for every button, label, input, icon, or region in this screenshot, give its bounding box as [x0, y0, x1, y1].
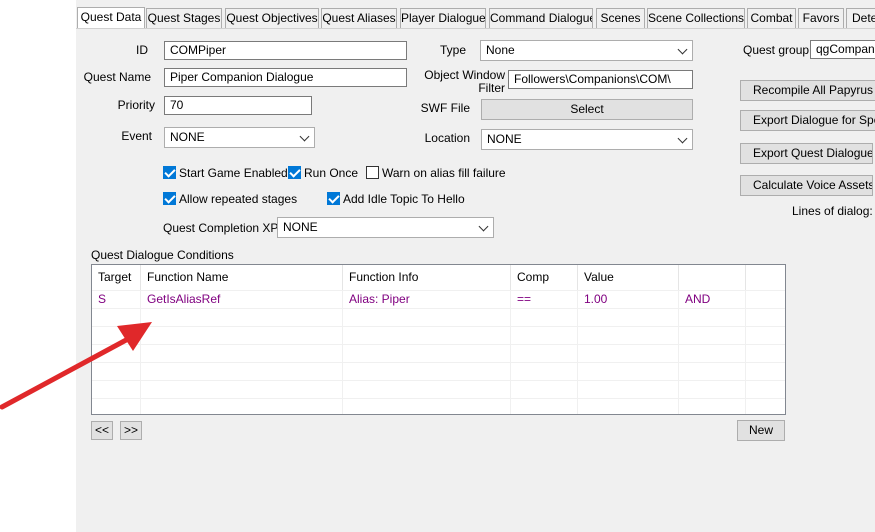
priority-label: Priority	[117, 98, 155, 112]
add-idle-topic-checkbox[interactable]	[327, 192, 340, 205]
quest-group-label: Quest group	[743, 43, 810, 57]
object-window-filter-label: Object Window Filter	[420, 69, 505, 95]
start-game-enabled-checkbox[interactable]	[163, 166, 176, 179]
run-once-checkbox[interactable]	[288, 166, 301, 179]
tab-quest-objectives[interactable]: Quest Objectives	[225, 8, 319, 28]
add-idle-topic-label: Add Idle Topic To Hello	[343, 192, 465, 206]
tab-combat[interactable]: Combat	[747, 8, 796, 28]
export-quest-dialogue-button[interactable]: Export Quest Dialogue	[740, 143, 873, 164]
allow-repeated-stages-label: Allow repeated stages	[179, 192, 298, 206]
chevron-down-icon	[677, 133, 688, 144]
cell-value: 1.00	[584, 292, 608, 306]
grid-row-line	[92, 362, 785, 363]
tab-quest-stages[interactable]: Quest Stages	[146, 8, 222, 28]
cell-comp: ==	[517, 292, 532, 306]
swf-select-button[interactable]: Select	[481, 99, 693, 120]
check-icon	[328, 192, 340, 204]
header-value[interactable]: Value	[578, 265, 679, 290]
allow-repeated-stages-checkbox[interactable]	[163, 192, 176, 205]
quest-name-label: Quest Name	[83, 70, 151, 84]
new-condition-button[interactable]: New	[737, 420, 785, 441]
header-function-info[interactable]: Function Info	[343, 265, 511, 290]
completion-xp-label: Quest Completion XP	[163, 221, 279, 235]
tab-player-dialogue[interactable]: Player Dialogue	[400, 8, 486, 28]
cell-function-info: Alias: Piper	[349, 292, 410, 306]
run-once-label: Run Once	[304, 166, 359, 180]
tab-quest-aliases[interactable]: Quest Aliases	[321, 8, 397, 28]
header-blank[interactable]	[679, 265, 746, 290]
recompile-papyrus-button[interactable]: Recompile All Papyrus Sc	[740, 80, 875, 101]
grid-row-line	[92, 380, 785, 381]
object-window-label-line2: Filter	[478, 81, 505, 95]
tab-favors[interactable]: Favors	[798, 8, 844, 28]
event-select[interactable]: NONE	[164, 127, 315, 148]
tab-detection[interactable]: Dete	[846, 8, 875, 28]
cell-and-or: AND	[685, 292, 711, 306]
id-label: ID	[136, 43, 148, 57]
check-icon	[164, 166, 176, 178]
annotation-arrow-icon	[0, 322, 152, 410]
warn-alias-fill-checkbox[interactable]	[366, 166, 379, 179]
completion-xp-select[interactable]: NONE	[277, 217, 494, 238]
event-select-value: NONE	[170, 130, 205, 144]
export-dialogue-specific-button[interactable]: Export Dialogue for Speci	[740, 110, 875, 131]
conditions-table[interactable]: Target Function Name Function Info Comp …	[91, 264, 786, 415]
chevron-down-icon	[299, 131, 310, 142]
header-target[interactable]: Target	[92, 265, 141, 290]
conditions-title: Quest Dialogue Conditions	[91, 248, 234, 262]
priority-field[interactable]: 70	[164, 96, 312, 115]
tab-scenes[interactable]: Scenes	[596, 8, 645, 28]
completion-xp-value: NONE	[283, 220, 318, 234]
check-icon	[164, 192, 176, 204]
chevron-down-icon	[478, 221, 489, 232]
type-select-value: None	[486, 43, 515, 57]
grid-row-line	[92, 344, 785, 345]
location-label: Location	[424, 131, 470, 145]
quest-group-field[interactable]: qgCompanio	[810, 40, 875, 59]
type-select[interactable]: None	[480, 40, 693, 61]
grid-row-line	[92, 308, 785, 309]
start-game-enabled-label: Start Game Enabled	[179, 166, 288, 180]
tab-quest-data[interactable]: Quest Data	[77, 7, 145, 29]
quest-name-field[interactable]: Piper Companion Dialogue	[164, 68, 407, 87]
header-comp[interactable]: Comp	[511, 265, 578, 290]
swf-file-label: SWF File	[420, 101, 470, 115]
object-window-filter-field[interactable]: Followers\Companions\COM\	[508, 70, 693, 89]
lines-of-dialog-label: Lines of dialog:	[792, 204, 873, 218]
next-button[interactable]: >>	[120, 421, 142, 440]
previous-button[interactable]: <<	[91, 421, 113, 440]
chevron-down-icon	[677, 44, 688, 55]
check-icon	[289, 166, 301, 178]
tab-scene-collections[interactable]: Scene Collections	[647, 8, 745, 28]
location-select-value: NONE	[487, 132, 522, 146]
location-select[interactable]: NONE	[481, 129, 693, 150]
grid-row-line	[92, 326, 785, 327]
type-label: Type	[439, 43, 466, 57]
tab-strip-divider	[76, 28, 875, 29]
tab-command-dialogue[interactable]: Command Dialogue	[489, 8, 593, 28]
cell-function-name: GetIsAliasRef	[147, 292, 221, 306]
grid-row-line	[92, 398, 785, 399]
event-label: Event	[121, 129, 152, 143]
header-function-name[interactable]: Function Name	[141, 265, 343, 290]
cell-target: S	[98, 292, 107, 306]
id-field[interactable]: COMPiper	[164, 41, 407, 60]
calculate-voice-assets-button[interactable]: Calculate Voice Assets	[740, 175, 873, 196]
warn-alias-fill-label: Warn on alias fill failure	[382, 166, 506, 180]
